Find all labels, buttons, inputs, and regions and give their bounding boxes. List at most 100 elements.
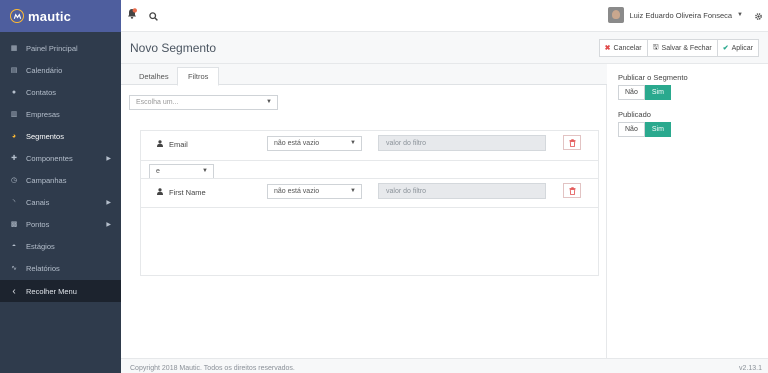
- clock-icon: ◷: [10, 177, 18, 184]
- trash-icon: [569, 138, 575, 147]
- filter-field: First Name: [157, 188, 206, 197]
- chevron-right-icon: ▶: [106, 199, 111, 206]
- choose-filter-placeholder: Escolha um...: [136, 99, 179, 106]
- sidebar-item-points[interactable]: ▩ Pontos ▶: [0, 213, 121, 235]
- sidebar-item-dashboard[interactable]: ▦ Painel Principal: [0, 37, 121, 59]
- tab-details[interactable]: Detalhes: [129, 67, 179, 86]
- chevron-left-icon: ‹: [12, 285, 16, 297]
- sidebar-item-campaigns[interactable]: ◷ Campanhas: [0, 169, 121, 191]
- filter-value-input[interactable]: valor do filtro: [378, 183, 546, 199]
- version-text: v2.13.1: [739, 365, 762, 372]
- cancel-label: Cancelar: [613, 44, 642, 52]
- sidebar-item-label: Estágios: [26, 241, 55, 251]
- sidebar-item-label: Calendário: [26, 65, 63, 75]
- chevron-down-icon: ▼: [737, 12, 743, 18]
- chevron-down-icon: ▼: [266, 99, 272, 105]
- sidebar-item-label: Pontos: [26, 219, 50, 229]
- filter-value-input[interactable]: valor do filtro: [378, 135, 546, 151]
- top-header: Luiz Eduardo Oliveira Fonseca ▼: [121, 0, 768, 32]
- published-no[interactable]: Não: [618, 122, 645, 137]
- cancel-button[interactable]: ✖ Cancelar: [598, 39, 648, 57]
- filter-field-label: Email: [169, 140, 188, 149]
- rss-icon: ◝: [12, 199, 16, 206]
- sidebar-item-label: Canais: [26, 197, 50, 207]
- main-panel: Detalhes Filtros Escolha um... ▼ Email n…: [121, 64, 607, 358]
- collapse-menu-button[interactable]: ‹ Recolher Menu: [0, 280, 121, 302]
- gear-icon[interactable]: [753, 11, 763, 21]
- apply-button[interactable]: ✔ Aplicar: [716, 39, 759, 57]
- sidebar-item-segments[interactable]: ◕ Segmentos: [0, 125, 121, 147]
- filter-row: First Name não está vazio ▼ valor do fil…: [141, 178, 598, 208]
- chevron-down-icon: ▼: [202, 168, 208, 174]
- filter-operator-value: não está vazio: [274, 140, 320, 147]
- collapse-menu-label: Recolher Menu: [26, 286, 77, 296]
- calculator-icon: ▩: [10, 221, 18, 228]
- delete-filter-button[interactable]: [563, 135, 581, 150]
- brand-name: mautic: [28, 8, 72, 24]
- main-nav: ▦ Painel Principal ▤ Calendário ● Contat…: [0, 32, 121, 302]
- user-icon: [157, 140, 163, 149]
- save-close-label: Salvar & Fechar: [661, 44, 712, 52]
- publish-segment-label: Publicar o Segmento: [618, 73, 688, 82]
- sidebar-item-reports[interactable]: ∿ Relatórios: [0, 257, 121, 279]
- puzzle-icon: ✚: [11, 155, 17, 162]
- check-icon: ✔: [722, 45, 729, 52]
- user-icon: ●: [11, 88, 17, 96]
- trash-icon: [569, 186, 575, 195]
- user-menu[interactable]: Luiz Eduardo Oliveira Fonseca ▼: [608, 7, 743, 23]
- filter-glue-value: e: [156, 168, 160, 175]
- filter-operator-select[interactable]: não está vazio ▼: [267, 136, 362, 151]
- filter-operator-select[interactable]: não está vazio ▼: [267, 184, 362, 199]
- chevron-down-icon: ▼: [350, 188, 356, 194]
- filter-field: Email: [157, 140, 188, 149]
- sidebar: mautic ▦ Painel Principal ▤ Calendário ●…: [0, 0, 121, 373]
- page-title: Novo Segmento: [130, 41, 217, 55]
- calendar-icon: ▤: [10, 67, 18, 74]
- sidebar-item-label: Painel Principal: [26, 43, 78, 53]
- avatar: [608, 7, 625, 23]
- sidebar-item-label: Componentes: [26, 153, 73, 163]
- footer: Copyright 2018 Mautic. Todos os direitos…: [121, 358, 768, 373]
- choose-filter-select[interactable]: Escolha um... ▼: [129, 95, 278, 110]
- sidebar-item-label: Relatórios: [26, 263, 60, 273]
- filter-operator-value: não está vazio: [274, 188, 320, 195]
- publish-segment-toggle: Não Sim: [618, 85, 671, 100]
- brand[interactable]: mautic: [0, 0, 121, 32]
- published-toggle: Não Sim: [618, 122, 671, 137]
- filter-list: Email não está vazio ▼ valor do filtro e…: [140, 130, 599, 276]
- chevron-right-icon: ▶: [106, 155, 111, 162]
- filter-row: Email não está vazio ▼ valor do filtro: [141, 131, 598, 161]
- building-icon: ▥: [10, 111, 18, 118]
- mautic-logo-icon: [10, 9, 24, 23]
- sidebar-item-channels[interactable]: ◝ Canais ▶: [0, 191, 121, 213]
- page-header: Novo Segmento ✖ Cancelar 🖫 Salvar & Fech…: [121, 32, 768, 64]
- notification-bell-icon[interactable]: [127, 8, 137, 19]
- sidebar-item-components[interactable]: ✚ Componentes ▶: [0, 147, 121, 169]
- tachometer-icon: ◓: [11, 242, 17, 250]
- sidebar-item-label: Contatos: [26, 87, 57, 97]
- delete-filter-button[interactable]: [563, 183, 581, 198]
- published-yes[interactable]: Sim: [644, 122, 671, 137]
- line-chart-icon: ∿: [11, 265, 17, 272]
- user-name: Luiz Eduardo Oliveira Fonseca: [629, 10, 733, 20]
- filter-glue-select[interactable]: e ▼: [149, 164, 214, 179]
- sidebar-item-calendar[interactable]: ▤ Calendário: [0, 59, 121, 81]
- sidebar-item-companies[interactable]: ▥ Empresas: [0, 103, 121, 125]
- sidebar-item-contacts[interactable]: ● Contatos: [0, 81, 121, 103]
- dashboard-icon: ▦: [10, 45, 18, 52]
- tab-bar: Detalhes Filtros: [121, 64, 607, 86]
- tab-filters[interactable]: Filtros: [177, 67, 220, 86]
- apply-label: Aplicar: [731, 44, 753, 52]
- publish-segment-no[interactable]: Não: [618, 85, 645, 100]
- publish-segment-yes[interactable]: Sim: [644, 85, 671, 100]
- close-icon: ✖: [604, 45, 611, 52]
- user-icon: [157, 188, 163, 197]
- sidebar-item-stages[interactable]: ◓ Estágios: [0, 235, 121, 257]
- search-icon[interactable]: [148, 11, 158, 21]
- save-close-button[interactable]: 🖫 Salvar & Fechar: [646, 39, 718, 57]
- sidebar-item-label: Campanhas: [26, 175, 67, 185]
- sidebar-item-label: Segmentos: [26, 131, 64, 141]
- chevron-right-icon: ▶: [106, 221, 111, 228]
- chevron-down-icon: ▼: [350, 140, 356, 146]
- pie-chart-icon: ◕: [11, 132, 17, 140]
